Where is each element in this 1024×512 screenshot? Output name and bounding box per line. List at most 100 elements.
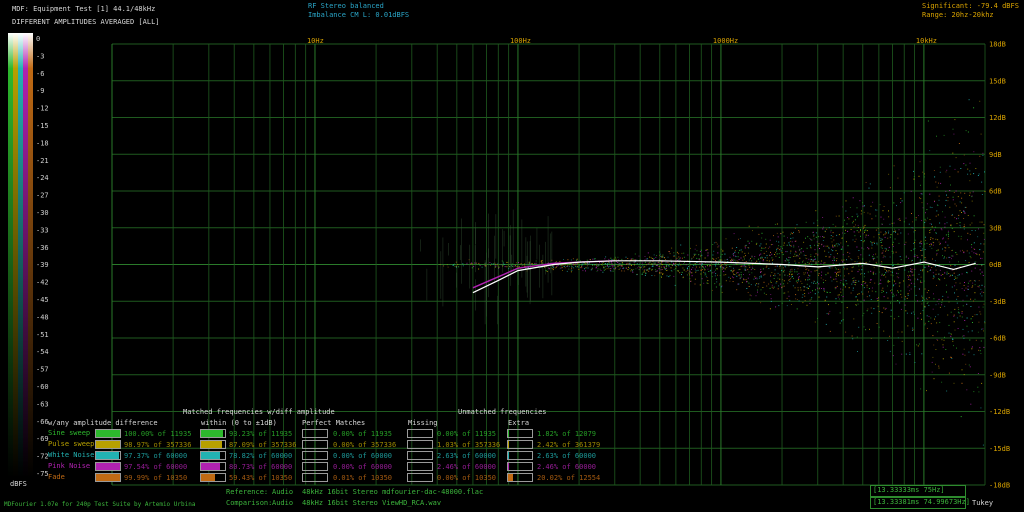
legend-bar-fill — [508, 452, 509, 459]
reference-label: Reference: — [226, 488, 269, 496]
legend-within-title: within (0 to ±1dB) — [201, 419, 277, 427]
colorbar-tick-label: -63 — [36, 400, 49, 408]
legend-any-bar — [95, 440, 121, 449]
colorbar-tick-label: -27 — [36, 192, 49, 200]
legend-perfect-bar — [302, 429, 328, 438]
colorbar-tick-label: -15 — [36, 122, 49, 130]
colorbar-tick-label: -42 — [36, 279, 49, 287]
legend-within-value: 80.73% of 60000 — [229, 463, 293, 471]
legend-perfect-bar — [302, 440, 328, 449]
legend-missing-value: 2.63% of 60000 — [437, 452, 497, 460]
legend-series-name: White Noise — [48, 451, 95, 459]
legend-within-bar — [200, 440, 226, 449]
colorbar-tick-label: -66 — [36, 418, 49, 426]
legend-any-value: 99.99% of 10350 — [124, 474, 188, 482]
colorbar-tick-label: -57 — [36, 366, 49, 374]
legend-any-title: w/any amplitude difference — [48, 419, 158, 427]
legend-missing-bar — [407, 462, 433, 471]
colorbar-tick-label: 0 — [36, 35, 40, 43]
significant-label: Significant: -79.4 dBFS — [922, 2, 1019, 10]
y-tick-label: -18dB — [989, 482, 1010, 490]
colorbar-tick-label: -54 — [36, 348, 49, 356]
y-tick-label: 15dB — [989, 77, 1006, 85]
y-tick-label: -9dB — [989, 371, 1006, 379]
colorbar-tick-label: -36 — [36, 244, 49, 252]
colorbar-tick-label: -72 — [36, 453, 49, 461]
comparison-kind: Audio — [272, 499, 294, 507]
y-tick-label: -6dB — [989, 335, 1006, 343]
legend-within-value: 78.82% of 60000 — [229, 452, 293, 460]
legend-perfect-value: 0.00% of 11935 — [333, 430, 393, 438]
stereo-label: RF Stereo balanced — [308, 2, 384, 10]
legend-perfect-bar — [302, 462, 328, 471]
comparison-label: Comparison: — [226, 499, 273, 507]
legend-missing-bar — [407, 451, 433, 460]
imbalance-label: Imbalance CM L: 0.01dBFS — [308, 11, 410, 19]
legend-missing-bar — [407, 429, 433, 438]
colorbar-tick-label: -69 — [36, 435, 49, 443]
legend-missing-value: 0.00% of 10350 — [437, 474, 497, 482]
legend-perfect-value: 0.00% of 60000 — [333, 463, 393, 471]
legend-perfect-title: Perfect Matches — [302, 419, 366, 427]
legend-perfect-value: 0.00% of 357336 — [333, 441, 397, 449]
colorbar-tick-label: -18 — [36, 139, 49, 147]
legend-bar-fill — [201, 474, 216, 481]
colorbar-tick-label: -48 — [36, 313, 49, 321]
y-tick-label: 18dB — [989, 41, 1006, 49]
y-tick-label: 0dB — [989, 261, 1002, 269]
legend-bar-fill — [201, 463, 221, 470]
reference-file: 48kHz 16bit Stereo mdfourier-dac-48000.f… — [302, 488, 484, 496]
y-tick-label: -3dB — [989, 298, 1006, 306]
x-tick-label: 10kHz — [916, 37, 937, 45]
legend-series-name: Sine sweep — [48, 429, 91, 437]
legend-any-bar — [95, 473, 121, 482]
legend-bar-fill — [201, 430, 224, 437]
legend-perfect-bar — [302, 473, 328, 482]
legend-series-name: Pulse sweep — [48, 440, 95, 448]
y-tick-label: -12dB — [989, 408, 1010, 416]
colorbar-tick-label: -45 — [36, 296, 49, 304]
colorbar-tick-label: -6 — [36, 70, 44, 78]
legend-bar-fill — [508, 474, 513, 481]
legend-series-name: Fade — [48, 473, 65, 481]
legend-extra-bar — [507, 440, 533, 449]
legend-perfect-value: 0.01% of 10350 — [333, 474, 393, 482]
title-line: MDF: Equipment Test [1] 44.1/48kHz — [12, 5, 156, 13]
legend-bar-fill — [96, 441, 120, 448]
legend-extra-bar — [507, 429, 533, 438]
legend-bar-fill — [96, 474, 120, 481]
legend-bar-fill — [96, 430, 120, 437]
legend-perfect-bar — [302, 451, 328, 460]
legend-within-bar — [200, 462, 226, 471]
y-tick-label: -15dB — [989, 445, 1010, 453]
legend-series-name: Pink Noise — [48, 462, 91, 470]
legend-any-value: 97.54% of 60000 — [124, 463, 188, 471]
colorbar-tick-label: -30 — [36, 209, 49, 217]
legend-within-value: 93.23% of 11935 — [229, 430, 293, 438]
reference-kind: Audio — [272, 488, 294, 496]
legend-any-value: 98.97% of 357336 — [124, 441, 192, 449]
legend-unmatched-title: Unmatched frequencies — [458, 408, 547, 416]
legend-extra-title: Extra — [508, 419, 530, 427]
legend-missing-value: 0.00% of 11935 — [437, 430, 497, 438]
legend-missing-bar — [407, 473, 433, 482]
credit-line: MDFourier 1.07e for 240p Test Suite by A… — [4, 501, 196, 508]
x-tick-label: 100Hz — [510, 37, 531, 45]
legend-extra-bar — [507, 473, 533, 482]
legend-any-bar — [95, 451, 121, 460]
colorbar-strip — [18, 33, 23, 478]
window-type: Tukey — [972, 499, 994, 507]
legend-any-value: 100.00% of 11935 — [124, 430, 192, 438]
colorbar-tick-label: -24 — [36, 174, 49, 182]
colorbar-strip — [23, 33, 28, 478]
x-tick-label: 10Hz — [307, 37, 324, 45]
colorbar-tick-label: -21 — [36, 157, 49, 165]
legend-extra-value: 2.42% of 361379 — [537, 441, 601, 449]
x-tick-label: 1000Hz — [713, 37, 738, 45]
legend-perfect-value: 0.00% of 60000 — [333, 452, 393, 460]
legend-bar-fill — [201, 441, 222, 448]
y-tick-label: 12dB — [989, 114, 1006, 122]
legend-matched-title: Matched frequencies w/diff amplitude — [183, 408, 335, 416]
colorbar-tick-label: -33 — [36, 226, 49, 234]
colorbar-tick-label: -39 — [36, 261, 49, 269]
